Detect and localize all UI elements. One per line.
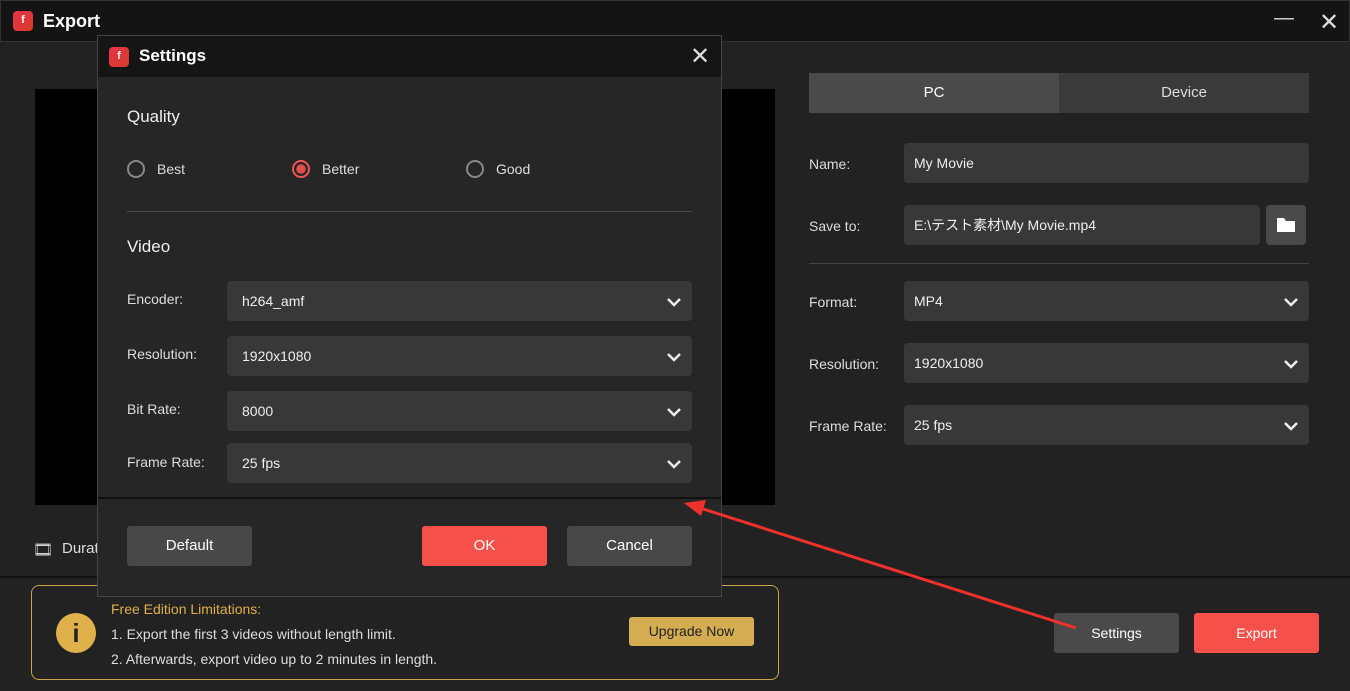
chevron-down-icon bbox=[666, 391, 682, 431]
dialog-resolution-value: 1920x1080 bbox=[242, 348, 311, 364]
bit-rate-select[interactable]: 8000 bbox=[227, 391, 692, 431]
frame-rate-select[interactable]: 25 fps bbox=[904, 405, 1309, 445]
quality-best-label: Best bbox=[157, 161, 185, 177]
dialog-title: Settings bbox=[139, 46, 206, 66]
quality-good-label: Good bbox=[496, 161, 530, 177]
name-input[interactable]: My Movie bbox=[904, 143, 1309, 183]
quality-heading: Quality bbox=[127, 107, 180, 127]
bit-rate-label: Bit Rate: bbox=[127, 401, 181, 417]
frame-rate-value: 25 fps bbox=[914, 417, 952, 433]
quality-better-label: Better bbox=[322, 161, 359, 177]
chevron-down-icon bbox=[666, 281, 682, 321]
default-button[interactable]: Default bbox=[127, 526, 252, 566]
tab-device[interactable]: Device bbox=[1059, 73, 1309, 113]
save-path-input[interactable]: E:\テスト素材\My Movie.mp4 bbox=[904, 205, 1260, 245]
settings-button[interactable]: Settings bbox=[1054, 613, 1179, 653]
film-icon: 🎞 bbox=[33, 540, 53, 560]
frame-rate-label: Frame Rate: bbox=[809, 418, 887, 434]
divider bbox=[127, 211, 692, 212]
save-to-label: Save to: bbox=[809, 218, 860, 234]
encoder-label: Encoder: bbox=[127, 291, 183, 307]
quality-good-radio[interactable] bbox=[466, 160, 484, 178]
bit-rate-value: 8000 bbox=[242, 403, 273, 419]
tab-pc[interactable]: PC bbox=[809, 73, 1059, 113]
window-title: Export bbox=[43, 11, 100, 32]
chevron-down-icon bbox=[666, 336, 682, 376]
chevron-down-icon bbox=[1283, 343, 1299, 383]
browse-folder-button[interactable] bbox=[1266, 205, 1306, 245]
dialog-close-icon[interactable]: ✕ bbox=[690, 42, 710, 71]
ok-button[interactable]: OK bbox=[422, 526, 547, 566]
dialog-resolution-label: Resolution: bbox=[127, 346, 197, 362]
chevron-down-icon bbox=[1283, 281, 1299, 321]
info-icon: i bbox=[56, 613, 96, 653]
video-heading: Video bbox=[127, 237, 170, 257]
notice-line-2: 2. Afterwards, export video up to 2 minu… bbox=[111, 651, 437, 667]
settings-dialog: f Settings ✕ Quality Best Better Good Vi… bbox=[97, 35, 722, 597]
resolution-value: 1920x1080 bbox=[914, 355, 983, 371]
folder-icon bbox=[1266, 205, 1306, 245]
encoder-value: h264_amf bbox=[242, 293, 304, 309]
duration-label: Durat bbox=[62, 540, 99, 557]
upgrade-now-button[interactable]: Upgrade Now bbox=[629, 617, 754, 646]
name-label: Name: bbox=[809, 156, 850, 172]
dialog-frame-rate-value: 25 fps bbox=[242, 455, 280, 471]
notice-title: Free Edition Limitations: bbox=[111, 601, 261, 617]
dialog-frame-rate-label: Frame Rate: bbox=[127, 454, 205, 470]
format-value: MP4 bbox=[914, 293, 943, 309]
export-button[interactable]: Export bbox=[1194, 613, 1319, 653]
chevron-down-icon bbox=[666, 443, 682, 483]
quality-better-radio[interactable] bbox=[292, 160, 310, 178]
resolution-select[interactable]: 1920x1080 bbox=[904, 343, 1309, 383]
chevron-down-icon bbox=[1283, 405, 1299, 445]
notice-line-1: 1. Export the first 3 videos without len… bbox=[111, 626, 396, 642]
dialog-header: f Settings ✕ bbox=[98, 36, 721, 77]
dialog-resolution-select[interactable]: 1920x1080 bbox=[227, 336, 692, 376]
format-select[interactable]: MP4 bbox=[904, 281, 1309, 321]
app-logo-icon: f bbox=[109, 47, 129, 67]
encoder-select[interactable]: h264_amf bbox=[227, 281, 692, 321]
resolution-label: Resolution: bbox=[809, 356, 879, 372]
footer-divider bbox=[98, 497, 721, 499]
close-icon[interactable]: ✕ bbox=[1319, 8, 1339, 37]
divider bbox=[809, 263, 1309, 264]
cancel-button[interactable]: Cancel bbox=[567, 526, 692, 566]
format-label: Format: bbox=[809, 294, 857, 310]
dialog-frame-rate-select[interactable]: 25 fps bbox=[227, 443, 692, 483]
quality-best-radio[interactable] bbox=[127, 160, 145, 178]
minimize-icon[interactable]: — bbox=[1274, 7, 1294, 30]
app-logo-icon: f bbox=[13, 11, 33, 31]
